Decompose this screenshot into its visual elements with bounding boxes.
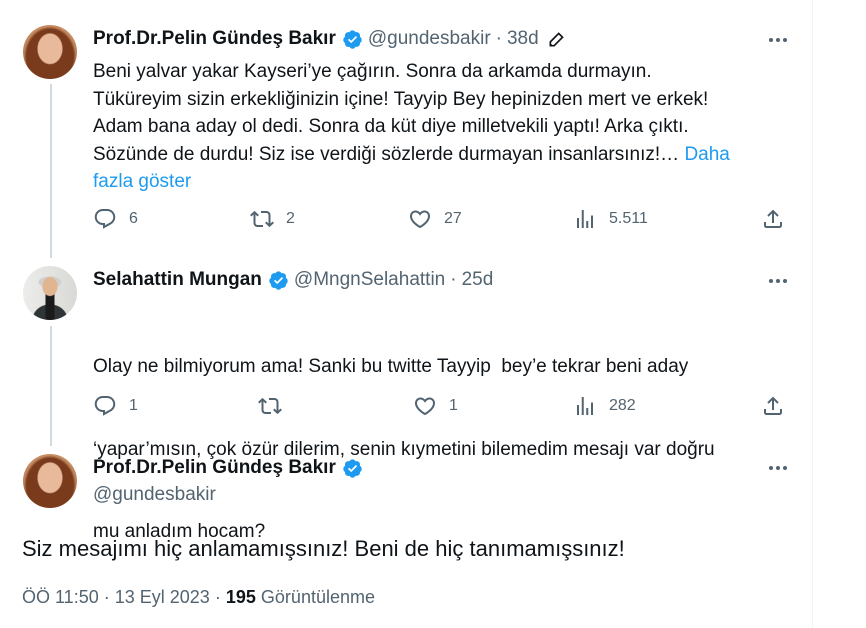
avatar[interactable] (23, 454, 77, 508)
author-name[interactable]: Prof.Dr.Pelin Gündeş Bakır (93, 27, 336, 51)
timestamp[interactable]: 25d (462, 268, 494, 292)
author-handle[interactable]: @MngnSelahattin (294, 268, 445, 292)
author-handle[interactable]: @gundesbakir (93, 483, 216, 507)
more-dots-icon[interactable] (766, 269, 790, 293)
author-handle[interactable]: @gundesbakir (368, 27, 491, 51)
action-bar: 1 1 282 (93, 394, 793, 424)
tweet-text-line: Adam bana aday ol dedi. Sonra da küt diy… (93, 116, 689, 137)
views-label: Görüntülenme (260, 587, 375, 607)
tweet-text-line: Beni yalvar yakar Kayseri’ye çağırın. So… (93, 61, 652, 82)
more-dots-icon[interactable] (766, 28, 790, 52)
avatar[interactable] (23, 25, 77, 79)
handle-row: @gundesbakir (93, 483, 216, 507)
show-more-link-continued[interactable]: fazla göster (93, 171, 191, 192)
views-count: 195 (225, 587, 256, 607)
tweet-text: Beni yalvar yakar Kayseri’ye çağırın. So… (93, 58, 793, 196)
reply-bubble-icon (94, 396, 116, 416)
column-border (812, 0, 813, 628)
timestamp[interactable]: 38d (507, 27, 539, 51)
reply-button[interactable]: 6 (93, 207, 138, 231)
retweet-icon (250, 210, 274, 228)
tweet-text-line: fazla göster (93, 168, 793, 196)
show-more-link[interactable]: Daha (684, 144, 729, 165)
heart-icon (409, 210, 431, 229)
author-name[interactable]: Selahattin Mungan (93, 268, 262, 292)
tweet-header: Prof.Dr.Pelin Gündeş Bakır @gundesbakir … (93, 27, 567, 51)
retweet-button[interactable]: 2 (250, 207, 295, 231)
views-button[interactable]: 5.511 (573, 207, 648, 231)
tweet-meta: ÖÖ 11:50 · 13 Eyl 2023 · 195 Görüntülenm… (22, 587, 375, 608)
tweet-text-line: Olay ne bilmiyorum ama! Sanki bu twitte … (93, 356, 689, 377)
retweet-button[interactable] (258, 394, 282, 418)
tweet-text-fragment: Sözünde de durdu! Siz ise verdiği sözler… (93, 143, 680, 165)
like-count: 27 (444, 210, 462, 227)
reply-bubble-icon (94, 209, 116, 229)
thread-line (50, 84, 52, 258)
separator-dot: · (214, 587, 221, 607)
views-count: 5.511 (609, 210, 648, 227)
avatar[interactable] (23, 266, 77, 320)
edit-pencil-icon[interactable] (547, 29, 567, 49)
views-count: 282 (609, 397, 636, 414)
reply-count: 1 (129, 397, 138, 414)
tweet-header: Selahattin Mungan @MngnSelahattin · 25d (93, 268, 493, 292)
share-upload-icon (764, 396, 782, 415)
like-button[interactable]: 1 (413, 394, 458, 418)
like-count: 1 (449, 397, 458, 414)
separator-dot: · (450, 269, 457, 290)
tweet-date[interactable]: 13 Eyl 2023 (115, 587, 210, 607)
reply-count: 6 (129, 210, 138, 227)
tweet-time[interactable]: ÖÖ 11:50 (22, 587, 99, 607)
views-bar-chart-icon (577, 397, 593, 415)
views-button[interactable]: 282 (573, 394, 636, 418)
like-button[interactable]: 27 (408, 207, 462, 231)
more-dots-icon[interactable] (766, 456, 790, 480)
tweet-text-line: Sözünde de durdu! Siz ise verdiği sözler… (93, 141, 793, 169)
verified-badge-icon (343, 29, 362, 49)
reply-button[interactable]: 1 (93, 394, 138, 418)
share-button[interactable] (761, 207, 785, 231)
tweet-text: Siz mesajımı hiç anlamamışsınız! Beni de… (22, 536, 625, 561)
retweet-icon (258, 397, 282, 415)
thread-line (50, 326, 52, 446)
verified-badge-icon (269, 270, 288, 290)
separator-dot: · (495, 28, 502, 49)
heart-icon (414, 397, 436, 416)
share-button[interactable] (761, 394, 785, 418)
retweet-count: 2 (286, 210, 295, 227)
tweet-header: Prof.Dr.Pelin Gündeş Bakır (93, 456, 368, 480)
action-bar: 6 2 27 5.511 (93, 207, 793, 237)
author-name[interactable]: Prof.Dr.Pelin Gündeş Bakır (93, 456, 336, 480)
separator-dot: · (103, 587, 110, 607)
share-upload-icon (764, 209, 782, 228)
views-bar-chart-icon (577, 210, 593, 228)
verified-badge-icon (343, 458, 362, 478)
tweet-text-line: Tüküreyim sizin erkekliğinizin içine! Ta… (93, 88, 709, 110)
